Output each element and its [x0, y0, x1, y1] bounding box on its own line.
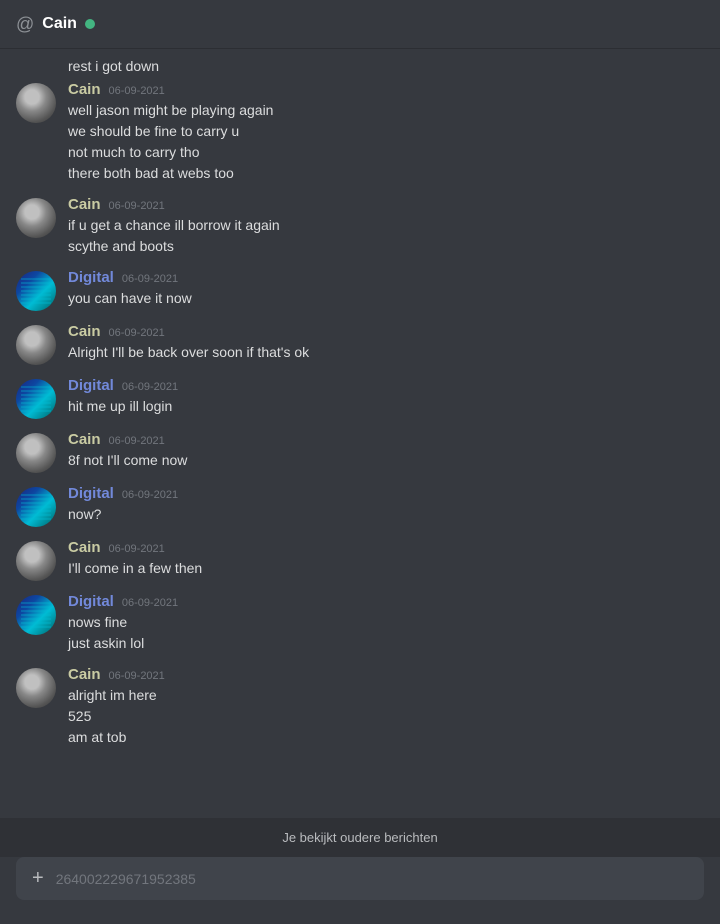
username: Cain — [68, 666, 101, 683]
message-group: Cain 06-09-2021 8f not I'll come now — [16, 427, 704, 477]
input-placeholder: 264002229671952385 — [56, 871, 196, 887]
message-header: Cain 06-09-2021 — [68, 196, 704, 213]
message-content: Digital 06-09-2021 you can have it now — [68, 269, 704, 311]
message-line: I'll come in a few then — [68, 558, 704, 579]
message-line: there both bad at webs too — [68, 163, 704, 184]
message-content: Cain 06-09-2021 alright im here525am at to… — [68, 666, 704, 748]
avatar — [16, 198, 56, 238]
message-input-bar[interactable]: + 264002229671952385 — [16, 857, 704, 900]
banner-text: Je bekijkt oudere berichten — [282, 830, 437, 845]
timestamp: 06-09-2021 — [122, 381, 178, 393]
channel-name: Cain — [42, 15, 77, 33]
message-header: Cain 06-09-2021 — [68, 431, 704, 448]
message-content: Cain 06-09-2021 well jason might be playin… — [68, 81, 704, 184]
message-content: Cain 06-09-2021 8f not I'll come now — [68, 431, 704, 473]
timestamp: 06-09-2021 — [109, 543, 165, 555]
message-header: Cain 06-09-2021 — [68, 323, 704, 340]
username: Cain — [68, 539, 101, 556]
message-group: Digital 06-09-2021 hit me up ill login — [16, 373, 704, 423]
timestamp: 06-09-2021 — [122, 273, 178, 285]
message-line: if u get a chance ill borrow it again — [68, 215, 704, 236]
avatar — [16, 379, 56, 419]
message-line: alright im here — [68, 685, 704, 706]
message-group: Cain 06-09-2021 I'll come in a few then — [16, 535, 704, 585]
timestamp: 06-09-2021 — [122, 597, 178, 609]
at-symbol: @ — [16, 14, 34, 35]
messages-container[interactable]: rest i got down Cain 06-09-2021 well jason… — [0, 48, 720, 818]
message-group: Digital 06-09-2021 now? — [16, 481, 704, 531]
avatar — [16, 541, 56, 581]
username: Digital — [68, 593, 114, 610]
message-content: Digital 06-09-2021 hit me up ill login — [68, 377, 704, 419]
old-messages-banner: Je bekijkt oudere berichten — [0, 818, 720, 857]
message-line: now? — [68, 504, 704, 525]
message-group: Cain 06-09-2021 Alright I'll be back over … — [16, 319, 704, 369]
timestamp: 06-09-2021 — [122, 489, 178, 501]
message-content: Cain 06-09-2021 I'll come in a few then — [68, 539, 704, 581]
message-header: Cain 06-09-2021 — [68, 539, 704, 556]
avatar — [16, 433, 56, 473]
username: Cain — [68, 323, 101, 340]
timestamp: 06-09-2021 — [109, 670, 165, 682]
message-content: Digital 06-09-2021 now? — [68, 485, 704, 527]
username: Cain — [68, 196, 101, 213]
message-line: well jason might be playing again — [68, 100, 704, 121]
timestamp: 06-09-2021 — [109, 200, 165, 212]
add-attachment-icon[interactable]: + — [32, 867, 44, 890]
message-group: Cain 06-09-2021 well jason might be playin… — [16, 77, 704, 188]
message-content: Cain 06-09-2021 if u get a chance ill borr… — [68, 196, 704, 257]
online-status-dot — [85, 19, 95, 29]
avatar — [16, 668, 56, 708]
message-group: Cain 06-09-2021 if u get a chance ill borr… — [16, 192, 704, 261]
username: Digital — [68, 377, 114, 394]
message-header: Digital 06-09-2021 — [68, 593, 704, 610]
message-continuation-top: rest i got down — [16, 56, 704, 77]
message-line: we should be fine to carry u — [68, 121, 704, 142]
timestamp: 06-09-2021 — [109, 85, 165, 97]
avatar — [16, 325, 56, 365]
message-group: Digital 06-09-2021 nows finejust askin lol — [16, 589, 704, 658]
message-line: scythe and boots — [68, 236, 704, 257]
message-group: Digital 06-09-2021 you can have it now — [16, 265, 704, 315]
username: Cain — [68, 431, 101, 448]
channel-header: @ Cain — [0, 0, 720, 48]
timestamp: 06-09-2021 — [109, 435, 165, 447]
message-line: not much to carry tho — [68, 142, 704, 163]
message-content: Digital 06-09-2021 nows finejust askin lol — [68, 593, 704, 654]
message-line: Alright I'll be back over soon if that's… — [68, 342, 704, 363]
message-header: Cain 06-09-2021 — [68, 81, 704, 98]
message-header: Cain 06-09-2021 — [68, 666, 704, 683]
message-text: rest i got down — [68, 58, 159, 74]
message-content: Cain 06-09-2021 Alright I'll be back over … — [68, 323, 704, 365]
message-line: 8f not I'll come now — [68, 450, 704, 471]
message-line: hit me up ill login — [68, 396, 704, 417]
message-line: 525 — [68, 706, 704, 727]
message-line: am at tob — [68, 727, 704, 748]
timestamp: 06-09-2021 — [109, 327, 165, 339]
message-header: Digital 06-09-2021 — [68, 377, 704, 394]
username: Digital — [68, 485, 114, 502]
avatar — [16, 487, 56, 527]
message-header: Digital 06-09-2021 — [68, 269, 704, 286]
avatar — [16, 271, 56, 311]
message-line: you can have it now — [68, 288, 704, 309]
message-header: Digital 06-09-2021 — [68, 485, 704, 502]
username: Cain — [68, 81, 101, 98]
message-line: nows fine — [68, 612, 704, 633]
message-group: Cain 06-09-2021 alright im here525am at to… — [16, 662, 704, 752]
username: Digital — [68, 269, 114, 286]
avatar — [16, 595, 56, 635]
message-line: just askin lol — [68, 633, 704, 654]
avatar — [16, 83, 56, 123]
